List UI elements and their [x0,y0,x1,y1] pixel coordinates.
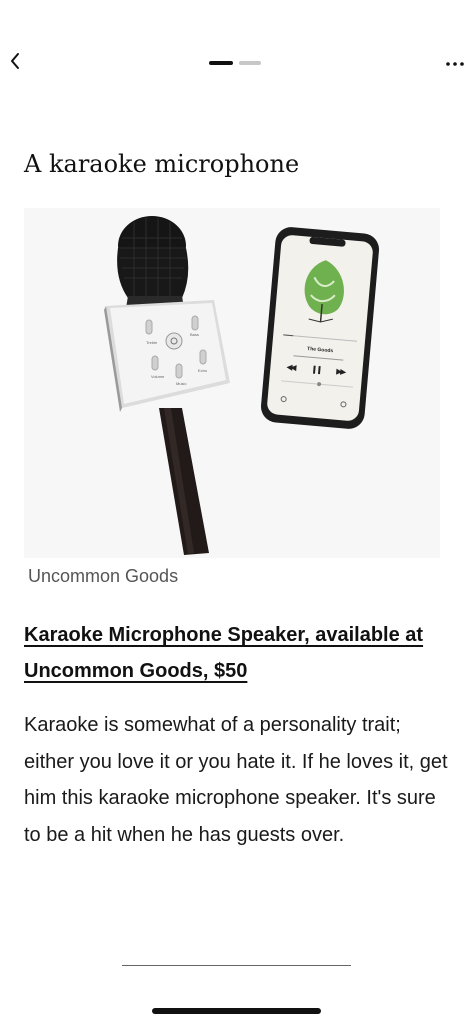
page-indicator-inactive [239,61,261,65]
top-navigation-bar [0,0,473,110]
smartphone-illustration: The Goods [260,227,380,429]
product-description: Karaoke is somewhat of a personality tra… [24,714,448,846]
music-label: Music [176,381,186,386]
page-indicator [209,61,261,65]
product-link[interactable]: Karaoke Microphone Speaker, available at… [24,617,444,689]
page-indicator-active [209,61,233,65]
treble-label: Treble [146,340,158,345]
section-heading: A karaoke microphone [24,150,300,178]
more-options-button[interactable] [443,52,467,72]
chevron-left-icon [9,52,21,75]
bass-label: Bass [190,332,199,337]
volume-label: Volume [151,374,165,379]
image-credit: Uncommon Goods [28,566,179,586]
more-horizontal-icon [446,53,464,71]
product-image: Treble Bass Volume Music Echo The Goods [24,208,440,558]
section-divider [122,965,351,966]
karaoke-microphone-illustration: Treble Bass Volume Music Echo [104,216,230,555]
echo-label: Echo [198,368,208,373]
home-indicator[interactable] [152,1008,321,1014]
back-button[interactable] [4,50,26,76]
